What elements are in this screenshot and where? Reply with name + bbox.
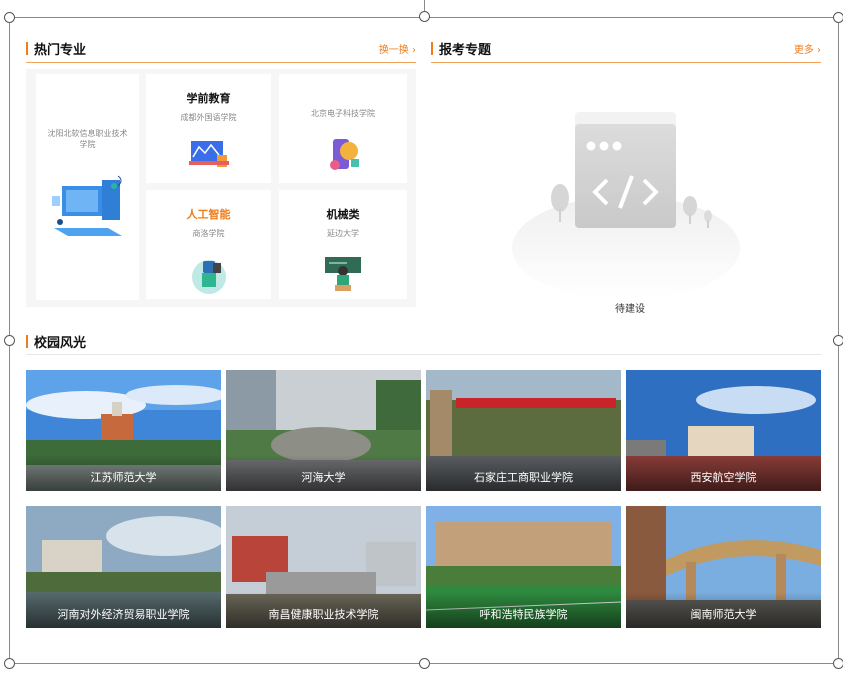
campus-header: 校园风光 [26, 332, 821, 356]
chart-board-icon [188, 141, 229, 167]
phone-analytics-icon [330, 139, 359, 170]
resize-handle-top-right[interactable] [833, 12, 843, 23]
photo-caption: 闽南师范大学 [626, 592, 821, 628]
hot-majors-panel: 沈阳北软信息职业技术学院 学前教育 成都外国语学院 北京电子科技学院 人工智能 … [26, 69, 416, 307]
card-major: 人工智能 [186, 208, 231, 221]
photo-caption: 江苏师范大学 [26, 455, 221, 491]
campus-photo[interactable]: 呼和浩特民族学院 [426, 506, 621, 628]
campus-photo[interactable]: 河南对外经济贸易职业学院 [26, 506, 221, 628]
section-divider [431, 62, 821, 63]
campus-photo[interactable]: 石家庄工商职业学院 [426, 370, 621, 491]
major-card[interactable]: 机械类 延边大学 [279, 190, 407, 299]
campus-photo[interactable]: 江苏师范大学 [26, 370, 221, 491]
empty-state-text: 待建设 [615, 304, 645, 315]
section-marker [26, 335, 28, 348]
rotate-handle[interactable] [419, 11, 430, 22]
section-title: 校园风光 [34, 336, 87, 351]
photo-caption: 河海大学 [226, 455, 421, 491]
photo-caption: 南昌健康职业技术学院 [226, 592, 421, 628]
code-window-icon [512, 112, 740, 300]
card-school: 商洛学院 [192, 229, 225, 238]
campus-photo[interactable]: 河海大学 [226, 370, 421, 491]
refresh-link[interactable]: 换一换 › [379, 41, 416, 56]
topics-header: 报考专题 更多 › [431, 39, 821, 63]
major-card[interactable]: 学前教育 成都外国语学院 [146, 74, 271, 183]
section-divider [26, 354, 821, 355]
featured-major-card[interactable]: 沈阳北软信息职业技术学院 [36, 74, 139, 300]
photo-caption: 呼和浩特民族学院 [426, 592, 621, 628]
resize-handle-top-left[interactable] [4, 12, 15, 23]
card-major: 学前教育 [186, 92, 231, 105]
teacher-board-icon [325, 257, 361, 291]
card-school: 沈阳北软信息职业技术学院 [47, 129, 128, 149]
hot-majors-header: 热门专业 换一换 › [26, 39, 416, 63]
resize-handle-right[interactable] [833, 335, 843, 346]
section-divider [26, 62, 416, 63]
computer-illustration-icon [51, 175, 122, 236]
resize-handle-left[interactable] [4, 335, 15, 346]
section-marker [26, 42, 28, 55]
major-card[interactable]: 人工智能 商洛学院 [146, 190, 271, 299]
card-school: 北京电子科技学院 [311, 109, 375, 118]
photo-caption: 河南对外经济贸易职业学院 [26, 592, 221, 628]
card-school: 成都外国语学院 [180, 113, 237, 122]
photo-caption: 西安航空学院 [626, 455, 821, 491]
section-title: 报考专题 [439, 43, 492, 58]
resize-handle-bottom[interactable] [419, 658, 430, 669]
card-school: 延边大学 [327, 229, 359, 238]
resize-handle-bottom-left[interactable] [4, 658, 15, 669]
campus-photo[interactable]: 南昌健康职业技术学院 [226, 506, 421, 628]
campus-photo[interactable]: 闽南师范大学 [626, 506, 821, 628]
robot-person-icon [191, 260, 226, 294]
section-marker [431, 42, 433, 55]
major-card[interactable]: 北京电子科技学院 [279, 74, 407, 183]
section-title: 热门专业 [34, 43, 87, 58]
resize-handle-bottom-right[interactable] [833, 658, 843, 669]
photo-caption: 石家庄工商职业学院 [426, 455, 621, 491]
card-major: 机械类 [326, 208, 360, 221]
campus-photo[interactable]: 西安航空学院 [626, 370, 821, 491]
more-link[interactable]: 更多 › [794, 41, 821, 56]
empty-state [512, 110, 740, 300]
